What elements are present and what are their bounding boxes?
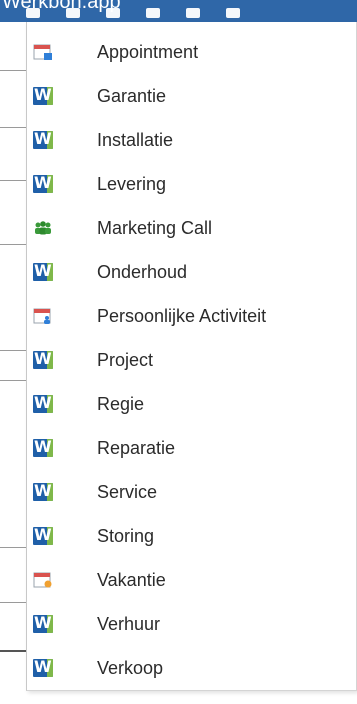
w-icon: W: [33, 131, 53, 149]
menu-item-installatie[interactable]: W Installatie: [27, 121, 356, 159]
menu-item-label: Levering: [97, 173, 167, 194]
menu-item-label: Project: [97, 349, 154, 370]
w-icon: W: [33, 87, 53, 105]
toolbar: Werkbon.app: [0, 0, 357, 22]
menu-item-service[interactable]: W Service: [27, 473, 356, 511]
divider: [0, 380, 26, 381]
w-icon: W: [33, 483, 53, 501]
divider: [0, 547, 26, 548]
menu-item-verhuur[interactable]: W Verhuur: [27, 605, 356, 643]
menu-item-regie[interactable]: W Regie: [27, 385, 356, 423]
menu-item-label: Installatie: [97, 129, 174, 150]
w-icon: W: [33, 615, 53, 633]
menu-item-label: Marketing Call: [97, 217, 213, 238]
print-icon[interactable]: [26, 8, 40, 18]
menu-item-label: Storing: [97, 525, 155, 546]
w-icon: W: [33, 351, 53, 369]
menu-item-label: Vakantie: [97, 569, 166, 590]
menu-item-label: Persoonlijke Activiteit: [97, 305, 267, 326]
people-icon: [33, 218, 53, 238]
document-icon[interactable]: [106, 8, 120, 18]
user-icon[interactable]: [226, 8, 240, 18]
divider: [0, 650, 26, 652]
divider: [0, 127, 26, 128]
divider: [0, 180, 26, 181]
menu-item-persoonlijke-activiteit[interactable]: Persoonlijke Activiteit: [27, 297, 356, 335]
menu-item-onderhoud[interactable]: W Onderhoud: [27, 253, 356, 291]
menu-item-label: Verkoop: [97, 657, 164, 678]
menu-item-label: Reparatie: [97, 437, 176, 458]
divider: [0, 244, 26, 245]
menu-item-appointment[interactable]: Appointment: [27, 33, 356, 71]
menu-item-label: Verhuur: [97, 613, 161, 634]
inbox-icon[interactable]: [66, 8, 80, 18]
activity-type-dropdown-menu: Appointment W Garantie W Installatie W L…: [26, 22, 357, 691]
menu-item-vakantie[interactable]: Vakantie: [27, 561, 356, 599]
menu-item-label: Service: [97, 481, 158, 502]
menu-item-label: Garantie: [97, 85, 167, 106]
menu-item-levering[interactable]: W Levering: [27, 165, 356, 203]
menu-item-label: Onderhoud: [97, 261, 188, 282]
menu-item-garantie[interactable]: W Garantie: [27, 77, 356, 115]
people-icon[interactable]: [146, 8, 160, 18]
w-icon: W: [33, 263, 53, 281]
w-icon: W: [33, 175, 53, 193]
menu-item-storing[interactable]: W Storing: [27, 517, 356, 555]
background-panel: [0, 22, 28, 704]
w-icon: W: [33, 659, 53, 677]
menu-item-label: Regie: [97, 393, 145, 414]
divider: [0, 70, 26, 71]
menu-item-verkoop[interactable]: W Verkoop: [27, 649, 356, 687]
w-icon: W: [33, 395, 53, 413]
menu-item-reparatie[interactable]: W Reparatie: [27, 429, 356, 467]
at-icon[interactable]: [186, 8, 200, 18]
divider: [0, 350, 26, 351]
toolbar-icons: [26, 8, 240, 18]
menu-item-marketing-call[interactable]: Marketing Call: [27, 209, 356, 247]
w-icon: W: [33, 439, 53, 457]
divider: [0, 602, 26, 603]
calendar-icon: [33, 42, 53, 62]
w-icon: W: [33, 527, 53, 545]
menu-item-project[interactable]: W Project: [27, 341, 356, 379]
calendar-person-icon: [33, 306, 53, 326]
menu-item-label: Appointment: [97, 41, 199, 62]
calendar-vacation-icon: [33, 570, 53, 590]
